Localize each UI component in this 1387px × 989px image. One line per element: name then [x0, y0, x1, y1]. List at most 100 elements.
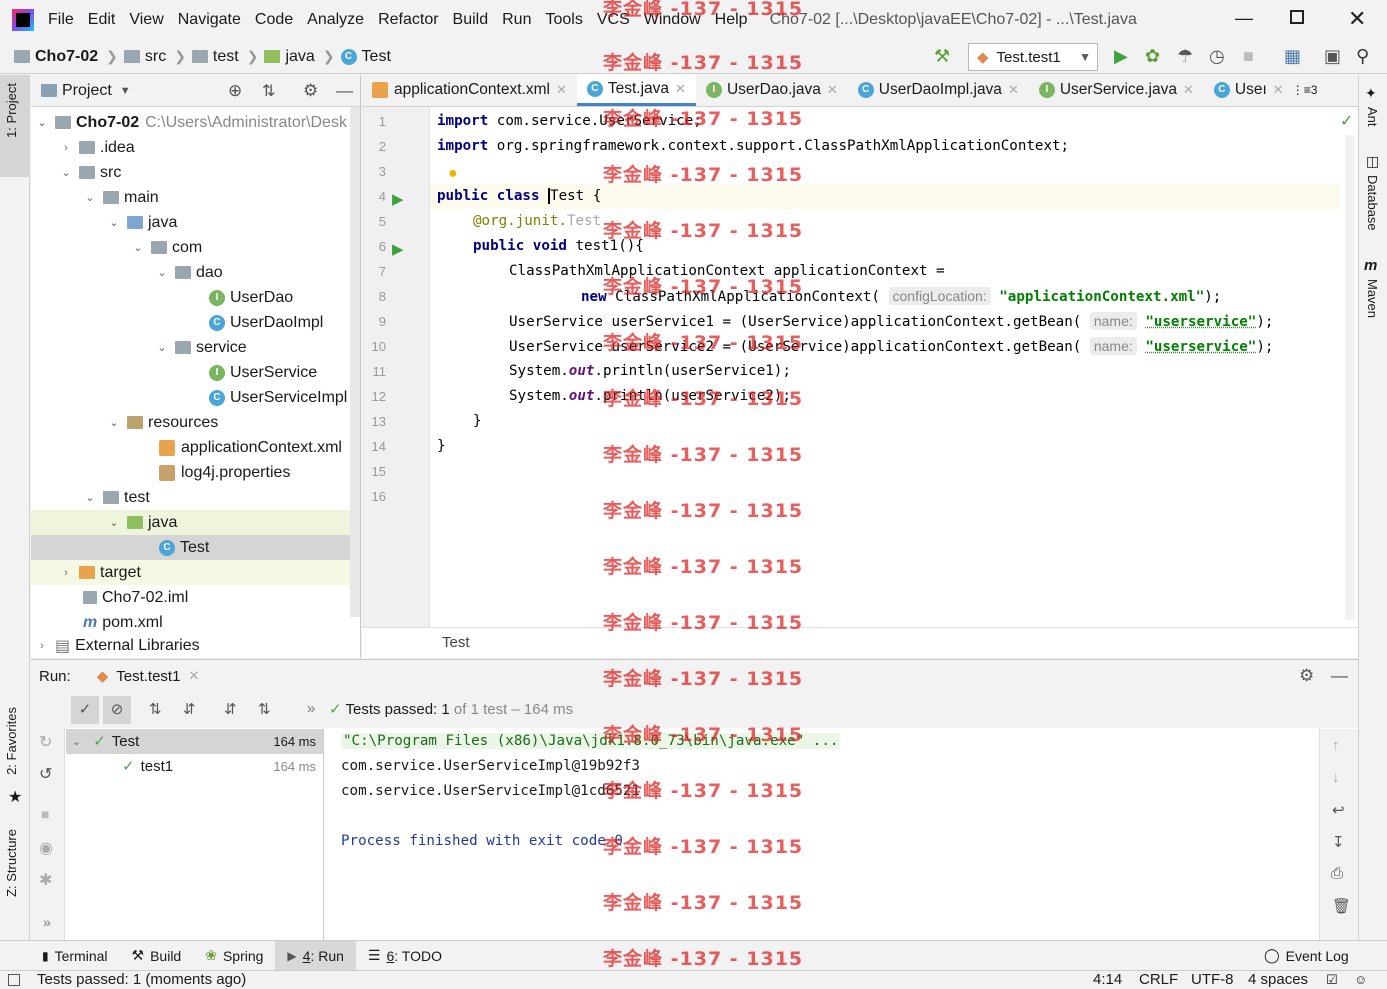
menu-analyze[interactable]: Analyze — [307, 11, 364, 29]
indent-setting[interactable]: 4 spaces — [1248, 971, 1308, 989]
hide-panel-icon[interactable]: — — [336, 81, 353, 101]
menu-refactor[interactable]: Refactor — [378, 11, 438, 29]
tool-tab-project[interactable]: 1: Project — [4, 83, 19, 138]
close-icon[interactable]: ✕ — [1273, 82, 1284, 98]
tool-tab-database[interactable]: Database — [1365, 175, 1380, 231]
tree-item-com[interactable]: ⌄ com — [31, 235, 360, 260]
close-icon[interactable]: ✕ — [675, 81, 686, 97]
editor-scrollbar[interactable] — [1345, 135, 1355, 620]
gear-icon[interactable]: ⚙ — [1299, 666, 1314, 686]
tool-tab-spring[interactable]: ❀ Spring — [193, 941, 275, 971]
tree-item-main-java[interactable]: ⌄ java — [31, 210, 360, 235]
code-line-4[interactable]: public class Test { — [437, 184, 601, 209]
tree-item-userdao[interactable]: I UserDao — [31, 285, 360, 310]
search-icon[interactable]: ⚲ — [1356, 46, 1369, 67]
tree-item-main[interactable]: ⌄ main — [31, 185, 360, 210]
tool-tab-build[interactable]: ⚒ Build — [120, 941, 194, 971]
close-window-icon[interactable]: ✕ — [1348, 6, 1366, 32]
tool-tab-run[interactable]: ▶ 4: Run — [275, 940, 356, 971]
close-icon[interactable]: ✕ — [188, 668, 199, 684]
tool-tab-maven[interactable]: Maven — [1365, 279, 1380, 318]
tool-tab-event-log[interactable]: ◯ Event Log — [1252, 941, 1361, 971]
lock-icon[interactable]: ☑ — [1326, 971, 1338, 989]
tab-userdao[interactable]: I UserDao.java ✕ — [696, 74, 848, 106]
run-test-gutter-icon[interactable]: ▶ — [392, 190, 404, 208]
sort-alphabetically-icon[interactable]: ⇅ — [149, 700, 162, 718]
close-icon[interactable]: ✕ — [1008, 82, 1019, 98]
tree-item-userserviceimpl[interactable]: C UserServiceImpl — [31, 385, 360, 410]
tree-item-test-class[interactable]: C Test — [31, 535, 360, 560]
collapse-all-icon[interactable]: ⇅ — [262, 81, 275, 101]
tree-item-dao[interactable]: ⌄ dao — [31, 260, 360, 285]
status-message[interactable]: Tests passed: 1 (moments ago) — [37, 971, 246, 989]
chevron-down-icon[interactable]: ▼ — [120, 85, 131, 97]
show-ignored-icon[interactable]: ⊘ — [103, 696, 131, 724]
more-icon[interactable]: » — [43, 914, 51, 930]
scroll-to-end-icon[interactable]: ↧ — [1332, 833, 1345, 851]
debug-icon[interactable]: ✿ — [1145, 46, 1160, 67]
camera-icon[interactable]: ◉ — [39, 838, 53, 858]
test-row-test1[interactable]: ✓ test1 164 ms — [122, 757, 322, 776]
menu-code[interactable]: Code — [255, 11, 293, 29]
tree-item-service[interactable]: ⌄ service — [31, 335, 360, 360]
tab-userserviceimpl[interactable]: C Useı ✕ — [1204, 74, 1288, 106]
tool-tab-ant[interactable]: Ant — [1365, 107, 1380, 127]
tree-item-idea[interactable]: › .idea — [31, 135, 360, 160]
code-line-13[interactable]: } — [473, 409, 482, 434]
tab-overflow-menu[interactable]: ⋮≡3 — [1288, 74, 1322, 106]
file-encoding[interactable]: UTF-8 — [1191, 971, 1234, 989]
close-icon[interactable]: ✕ — [1183, 82, 1194, 98]
soft-wrap-icon[interactable]: ↩ — [1332, 801, 1345, 819]
stop-icon[interactable]: ■ — [1243, 46, 1254, 67]
trash-icon[interactable]: 🗑 — [1332, 897, 1351, 915]
tool-tab-todo[interactable]: ☰ 6: TODO — [356, 941, 454, 971]
no-errors-check-icon[interactable]: ✓ — [1340, 111, 1353, 131]
close-icon[interactable]: ✕ — [827, 82, 838, 98]
code-line-11[interactable]: System.out.println(userService1); — [509, 359, 791, 384]
breadcrumb-test[interactable]: test — [191, 48, 239, 66]
breadcrumb-project[interactable]: Cho7-02 — [14, 48, 98, 66]
run-configuration-select[interactable]: ◆ Test.test1 ▼ — [968, 43, 1098, 71]
menu-edit[interactable]: Edit — [88, 11, 116, 29]
console-output[interactable]: "C:\Program Files (x86)\Java\jdk1.8.0_73… — [325, 729, 1319, 941]
tab-userservice[interactable]: I UserService.java ✕ — [1029, 74, 1204, 106]
breadcrumb-test-class[interactable]: C Test — [340, 48, 391, 66]
tree-item-applicationcontext[interactable]: applicationContext.xml — [31, 435, 360, 460]
close-icon[interactable]: ✕ — [556, 82, 567, 98]
arrow-up-icon[interactable]: ↑ — [1332, 737, 1340, 754]
tree-item-target[interactable]: › target — [31, 560, 360, 585]
rerun-failed-icon[interactable]: ↻ — [39, 732, 52, 752]
project-panel-title[interactable]: Project — [62, 82, 112, 100]
tool-tab-terminal[interactable]: ▮ Terminal — [30, 941, 120, 971]
lightbulb-icon[interactable]: ● — [448, 165, 458, 183]
collapse-all-icon[interactable]: ⇅ — [258, 700, 271, 718]
hide-panel-icon[interactable]: — — [1331, 666, 1348, 686]
sort-by-duration-icon[interactable]: ⇵ — [183, 700, 196, 718]
code-line-14[interactable]: } — [437, 434, 446, 459]
tool-tab-favorites[interactable]: 2: Favorites — [4, 707, 19, 775]
arrow-down-icon[interactable]: ↓ — [1332, 769, 1340, 786]
run-test-gutter-icon[interactable]: ▶ — [392, 240, 404, 258]
tree-item-test[interactable]: ⌄ test — [31, 485, 360, 510]
breadcrumb-src[interactable]: src — [123, 48, 166, 66]
window-layout-icon[interactable]: ▣ — [1324, 46, 1341, 67]
tree-item-userdaoimpl[interactable]: C UserDaoImpl — [31, 310, 360, 335]
line-separator[interactable]: CRLF — [1139, 971, 1178, 989]
coverage-icon[interactable]: ☂ — [1177, 46, 1193, 67]
menu-tools[interactable]: Tools — [545, 11, 582, 29]
tab-applicationcontext[interactable]: applicationContext.xml ✕ — [362, 74, 577, 106]
expand-all-icon[interactable]: ⇵ — [224, 700, 237, 718]
menu-navigate[interactable]: Navigate — [178, 11, 241, 29]
tree-item-userservice[interactable]: I UserService — [31, 360, 360, 385]
run-tab-test1[interactable]: Test.test1 — [116, 668, 180, 685]
stop-icon[interactable]: ■ — [41, 806, 49, 822]
test-row-test[interactable]: ⌄ ✓ Test 164 ms — [72, 732, 322, 751]
maximize-icon[interactable] — [1290, 10, 1304, 24]
tab-test-java[interactable]: C Test.java ✕ — [576, 74, 696, 106]
toggle-autotest-icon[interactable]: ↺ — [39, 764, 52, 784]
tool-tab-structure[interactable]: Z: Structure — [4, 829, 19, 897]
tree-item-resources[interactable]: ⌄ resources — [31, 410, 360, 435]
code-line-2[interactable]: import org.springframework.context.suppo… — [437, 134, 1069, 159]
tab-userdaoimpl[interactable]: C UserDaoImpl.java ✕ — [848, 74, 1029, 106]
editor-breadcrumb-footer[interactable]: Test — [362, 627, 1358, 658]
